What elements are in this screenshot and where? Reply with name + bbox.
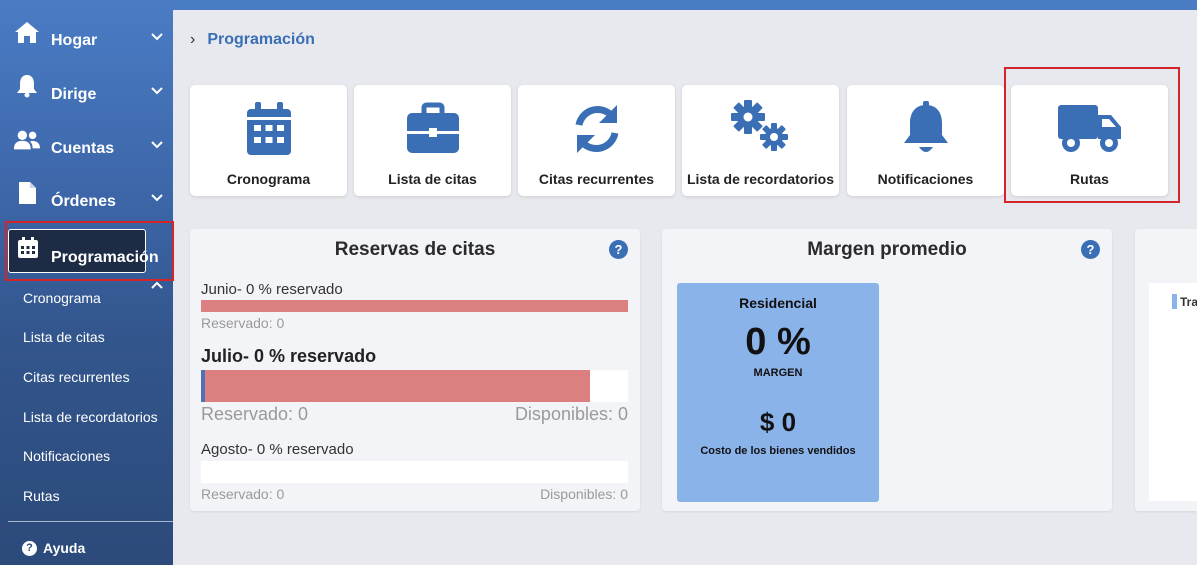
tile-cronograma[interactable]: Cronograma [190, 85, 347, 196]
sidebar-subitem-recordatorios[interactable]: Lista de recordatorios [23, 409, 158, 425]
sidebar-item-ordenes[interactable]: Órdenes [0, 171, 173, 221]
reserved-label: Reservado: 0 [201, 315, 285, 331]
legend-label: Tra [1180, 295, 1197, 309]
sidebar-item-programacion[interactable]: Programación [8, 229, 159, 273]
cogs-label: Costo de los bienes vendidos [700, 445, 856, 457]
tile-label: Cronograma [226, 171, 311, 187]
top-bar [173, 0, 1197, 10]
panel-reservas: Reservas de citas ? Junio- 0 % reservado… [190, 229, 640, 511]
bell-icon [847, 101, 1004, 157]
progress-fill [201, 300, 628, 312]
margin-percent-label: MARGEN [753, 367, 803, 379]
file-icon [13, 179, 41, 207]
reservation-month: Julio- 0 % reservado Reservado: 0 Dispon… [201, 346, 628, 425]
reservation-month: Agosto- 0 % reservado Reservado: 0 Dispo… [201, 441, 628, 502]
sidebar-subitem-cronograma[interactable]: Cronograma [23, 290, 101, 306]
month-footer: Reservado: 0 Disponibles: 0 [201, 486, 628, 502]
progress-fill [201, 370, 590, 402]
question-icon: ? [22, 540, 37, 556]
tile-recordatorios[interactable]: Lista de recordatorios [682, 85, 839, 196]
tile-notificaciones[interactable]: Notificaciones [847, 85, 1004, 196]
tile-citas-recurrentes[interactable]: Citas recurrentes [518, 85, 675, 196]
panel-title: Reservas de citas [334, 239, 496, 260]
tile-label: Lista de recordatorios [686, 171, 835, 187]
calendar-icon [17, 237, 39, 264]
briefcase-icon [354, 101, 511, 157]
reservation-month: Junio- 0 % reservado Reservado: 0 [201, 281, 628, 331]
sidebar-item-dirige[interactable]: Dirige [0, 64, 173, 114]
sidebar: Hogar Dirige Cuentas Órdenes Programació… [0, 0, 174, 565]
sidebar-item-label: Órdenes [51, 193, 116, 210]
reserved-label: Reservado: 0 [201, 486, 285, 502]
gears-icon [682, 97, 839, 153]
tile-label: Lista de citas [388, 171, 477, 187]
month-title: Agosto- 0 % reservado [201, 441, 354, 458]
calendar-icon [190, 101, 347, 157]
help-link[interactable]: ? Ayuda [22, 540, 85, 556]
sidebar-item-label: Dirige [51, 86, 97, 103]
available-label: Disponibles: 0 [540, 486, 628, 502]
sidebar-item-cuentas[interactable]: Cuentas [0, 118, 173, 168]
sync-icon [518, 101, 675, 157]
chevron-down-icon [151, 141, 163, 149]
chevron-down-icon [151, 33, 163, 41]
home-icon [13, 18, 41, 46]
month-title: Junio- 0 % reservado [201, 281, 343, 298]
tile-label: Notificaciones [877, 171, 974, 187]
legend-swatch [1172, 294, 1177, 309]
sidebar-divider [8, 521, 173, 522]
breadcrumb: › Programación [190, 31, 315, 49]
reserved-label: Reservado: 0 [201, 404, 309, 424]
chevron-down-icon [151, 194, 163, 202]
progress-bar [201, 370, 628, 402]
breadcrumb-current[interactable]: Programación [207, 31, 315, 49]
help-icon[interactable]: ? [609, 240, 628, 259]
sidebar-item-label: Programación [51, 249, 159, 266]
chart-area: Tra [1149, 283, 1197, 501]
bell-icon [13, 72, 41, 100]
panel-margen: Margen promedio ? Residencial 0 % MARGEN… [662, 229, 1112, 511]
chevron-down-icon [151, 87, 163, 95]
month-footer: Reservado: 0 [201, 315, 628, 331]
tile-label: Citas recurrentes [538, 171, 655, 187]
progress-bar [201, 300, 628, 312]
progress-accent [201, 370, 205, 402]
month-footer: Reservado: 0 Disponibles: 0 [201, 404, 628, 425]
tile-lista-citas[interactable]: Lista de citas [354, 85, 511, 196]
progress-bar [201, 461, 628, 483]
sidebar-item-hogar[interactable]: Hogar [0, 10, 173, 60]
help-label: Ayuda [43, 540, 86, 556]
sidebar-item-label: Hogar [51, 32, 98, 49]
sidebar-subitem-lista-citas[interactable]: Lista de citas [23, 329, 105, 345]
users-icon [13, 126, 41, 154]
chevron-right-icon: › [190, 31, 196, 48]
panel-third: Tra [1135, 229, 1197, 511]
sidebar-subitem-rutas[interactable]: Rutas [23, 488, 60, 504]
panel-title: Margen promedio [807, 239, 967, 260]
chevron-up-icon [151, 281, 163, 289]
highlight-box [1004, 67, 1180, 203]
margin-percent: 0 % [745, 321, 811, 363]
card-title: Residencial [739, 295, 817, 311]
sidebar-subitem-notificaciones[interactable]: Notificaciones [23, 448, 110, 464]
sidebar-item-label: Cuentas [51, 140, 115, 157]
margin-card-residencial[interactable]: Residencial 0 % MARGEN $ 0 Costo de los … [677, 283, 879, 502]
cogs-amount: $ 0 [759, 407, 797, 437]
available-label: Disponibles: 0 [514, 404, 628, 424]
month-title: Julio- 0 % reservado [201, 346, 377, 366]
help-icon[interactable]: ? [1081, 240, 1100, 259]
sidebar-subitem-citas-recurrentes[interactable]: Citas recurrentes [23, 369, 130, 385]
